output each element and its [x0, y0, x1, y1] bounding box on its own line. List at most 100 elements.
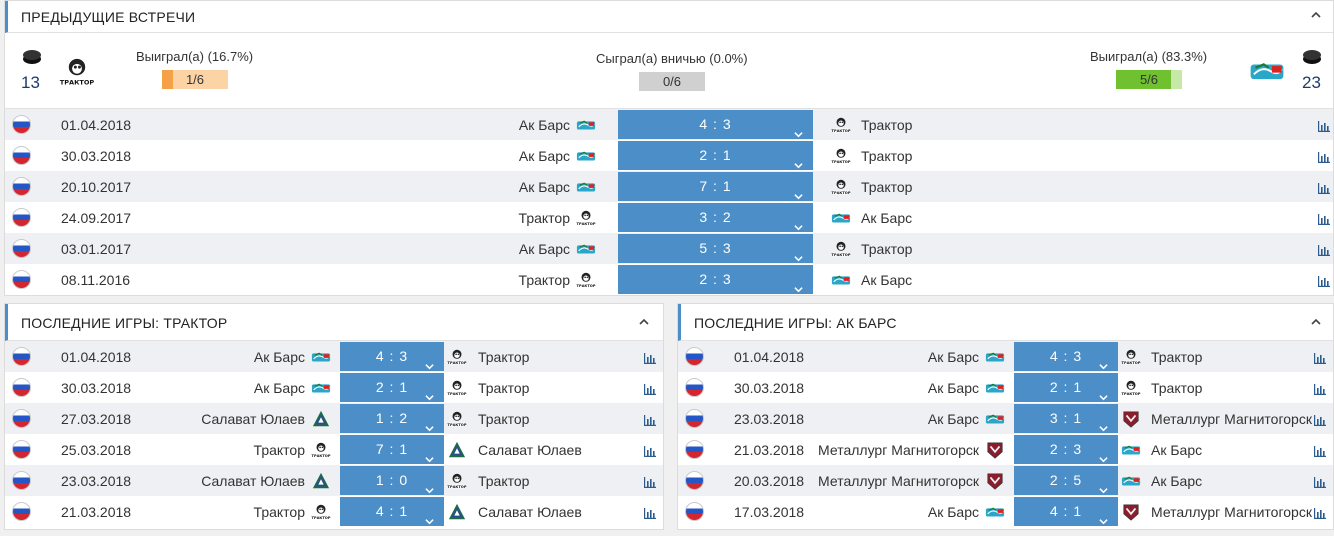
chevron-down-icon[interactable] — [794, 151, 803, 169]
chevron-down-icon[interactable] — [1099, 507, 1108, 525]
match-row[interactable]: 21.03.2018 Трактор ТРАКТОР 4 : 1 Салават Юла… — [5, 496, 663, 527]
score-button[interactable]: 2 : 1 — [618, 141, 813, 170]
away-team-name[interactable]: Трактор — [478, 473, 529, 489]
home-team-name[interactable]: Салават Юлаев — [201, 473, 305, 489]
match-row[interactable]: 03.01.2017 Ак Барс 5 : 3 ТРАКТОР Трактор — [5, 233, 1333, 264]
home-team-name[interactable]: Ак Барс — [519, 148, 570, 164]
chevron-up-icon[interactable] — [639, 317, 649, 327]
chevron-down-icon[interactable] — [425, 445, 434, 463]
match-row[interactable]: 21.03.2018 Металлург Магнитогорск 2 : 3 Ак … — [678, 434, 1333, 465]
home-team-name[interactable]: Металлург Магнитогорск — [818, 473, 979, 489]
chevron-down-icon[interactable] — [425, 383, 434, 401]
match-row[interactable]: 25.03.2018 Трактор ТРАКТОР 7 : 1 Салават Юла… — [5, 434, 663, 465]
stats-icon[interactable] — [644, 506, 656, 519]
score-button[interactable]: 7 : 1 — [340, 435, 444, 464]
chevron-down-icon[interactable] — [794, 182, 803, 200]
home-team-name[interactable]: Ак Барс — [254, 380, 305, 396]
chevron-down-icon[interactable] — [794, 244, 803, 262]
chevron-up-icon[interactable] — [1311, 317, 1321, 327]
match-row[interactable]: 30.03.2018 Ак Барс 2 : 1 ТРАКТОР Трактор — [678, 372, 1333, 403]
home-team-name[interactable]: Металлург Магнитогорск — [818, 442, 979, 458]
chevron-down-icon[interactable] — [794, 120, 803, 138]
score-button[interactable]: 1 : 2 — [340, 404, 444, 433]
score-button[interactable]: 3 : 1 — [1014, 404, 1118, 433]
away-team-name[interactable]: Ак Барс — [861, 272, 912, 288]
score-button[interactable]: 2 : 1 — [340, 373, 444, 402]
home-team-name[interactable]: Салават Юлаев — [201, 411, 305, 427]
away-team-name[interactable]: Трактор — [861, 117, 912, 133]
home-team-name[interactable]: Трактор — [254, 504, 305, 520]
home-team-name[interactable]: Ак Барс — [928, 380, 979, 396]
score-button[interactable]: 4 : 3 — [1014, 342, 1118, 371]
score-button[interactable]: 1 : 0 — [340, 466, 444, 495]
stats-icon[interactable] — [1314, 506, 1326, 519]
chevron-down-icon[interactable] — [794, 275, 803, 293]
away-team-name[interactable]: Ак Барс — [861, 210, 912, 226]
stats-icon[interactable] — [1318, 181, 1330, 194]
match-row[interactable]: 20.10.2017 Ак Барс 7 : 1 ТРАКТОР Трактор — [5, 171, 1333, 202]
stats-icon[interactable] — [1314, 413, 1326, 426]
match-row[interactable]: 30.03.2018 Ак Барс 2 : 1 ТРАКТОР Трактор — [5, 140, 1333, 171]
chevron-down-icon[interactable] — [425, 352, 434, 370]
away-team-name[interactable]: Трактор — [861, 148, 912, 164]
score-button[interactable]: 4 : 1 — [340, 497, 444, 526]
stats-icon[interactable] — [1314, 382, 1326, 395]
away-team-name[interactable]: Ак Барс — [1151, 473, 1202, 489]
stats-icon[interactable] — [1318, 212, 1330, 225]
stats-icon[interactable] — [1314, 444, 1326, 457]
last-traktor-header[interactable]: ПОСЛЕДНИЕ ИГРЫ: ТРАКТОР — [5, 304, 663, 341]
chevron-down-icon[interactable] — [794, 213, 803, 231]
match-row[interactable]: 17.03.2018 Ак Барс 4 : 1 Металлург Магнитог… — [678, 496, 1333, 527]
chevron-down-icon[interactable] — [1099, 383, 1108, 401]
away-team-name[interactable]: Трактор — [1151, 349, 1202, 365]
away-team-name[interactable]: Салават Юлаев — [478, 442, 582, 458]
match-row[interactable]: 23.03.2018 Салават Юлаев 1 : 0 ТРАКТОР Тракт… — [5, 465, 663, 496]
away-team-name[interactable]: Металлург Магнитогорск — [1151, 504, 1312, 520]
home-team-name[interactable]: Трактор — [519, 272, 570, 288]
stats-icon[interactable] — [1318, 119, 1330, 132]
stats-icon[interactable] — [644, 475, 656, 488]
score-button[interactable]: 4 : 3 — [618, 110, 813, 139]
match-row[interactable]: 23.03.2018 Ак Барс 3 : 1 Металлург Магнитог… — [678, 403, 1333, 434]
chevron-up-icon[interactable] — [1311, 10, 1321, 20]
stats-icon[interactable] — [1318, 243, 1330, 256]
stats-icon[interactable] — [644, 382, 656, 395]
chevron-down-icon[interactable] — [1099, 476, 1108, 494]
away-team-name[interactable]: Металлург Магнитогорск — [1151, 411, 1312, 427]
chevron-down-icon[interactable] — [425, 476, 434, 494]
away-team-name[interactable]: Трактор — [861, 241, 912, 257]
away-team-name[interactable]: Трактор — [478, 411, 529, 427]
chevron-down-icon[interactable] — [425, 414, 434, 432]
stats-icon[interactable] — [1318, 150, 1330, 163]
score-button[interactable]: 4 : 3 — [340, 342, 444, 371]
score-button[interactable]: 3 : 2 — [618, 203, 813, 232]
away-team-name[interactable]: Трактор — [1151, 380, 1202, 396]
match-row[interactable]: 01.04.2018 Ак Барс 4 : 3 ТРАКТОР Трактор — [5, 341, 663, 372]
away-team-name[interactable]: Трактор — [861, 179, 912, 195]
away-team-name[interactable]: Трактор — [478, 349, 529, 365]
match-row[interactable]: 30.03.2018 Ак Барс 2 : 1 ТРАКТОР Трактор — [5, 372, 663, 403]
home-team-name[interactable]: Ак Барс — [519, 179, 570, 195]
score-button[interactable]: 4 : 1 — [1014, 497, 1118, 526]
score-button[interactable]: 2 : 3 — [618, 265, 813, 294]
chevron-down-icon[interactable] — [425, 507, 434, 525]
away-team-name[interactable]: Трактор — [478, 380, 529, 396]
match-row[interactable]: 24.09.2017 Трактор ТРАКТОР 3 : 2 Ак Барс — [5, 202, 1333, 233]
home-team-name[interactable]: Ак Барс — [254, 349, 305, 365]
match-row[interactable]: 01.04.2018 Ак Барс 4 : 3 ТРАКТОР Трактор — [5, 109, 1333, 140]
match-row[interactable]: 01.04.2018 Ак Барс 4 : 3 ТРАКТОР Трактор — [678, 341, 1333, 372]
stats-icon[interactable] — [644, 351, 656, 364]
score-button[interactable]: 2 : 5 — [1014, 466, 1118, 495]
match-row[interactable]: 08.11.2016 Трактор ТРАКТОР 2 : 3 Ак Барс — [5, 264, 1333, 295]
home-team-name[interactable]: Ак Барс — [928, 349, 979, 365]
match-row[interactable]: 27.03.2018 Салават Юлаев 1 : 2 ТРАКТОР Тракт… — [5, 403, 663, 434]
match-row[interactable]: 20.03.2018 Металлург Магнитогорск 2 : 5 Ак … — [678, 465, 1333, 496]
home-team-name[interactable]: Трактор — [254, 442, 305, 458]
away-team-name[interactable]: Салават Юлаев — [478, 504, 582, 520]
last-akbars-header[interactable]: ПОСЛЕДНИЕ ИГРЫ: АК БАРС — [678, 304, 1333, 341]
away-team-name[interactable]: Ак Барс — [1151, 442, 1202, 458]
stats-icon[interactable] — [1314, 475, 1326, 488]
score-button[interactable]: 7 : 1 — [618, 172, 813, 201]
stats-icon[interactable] — [644, 413, 656, 426]
score-button[interactable]: 5 : 3 — [618, 234, 813, 263]
